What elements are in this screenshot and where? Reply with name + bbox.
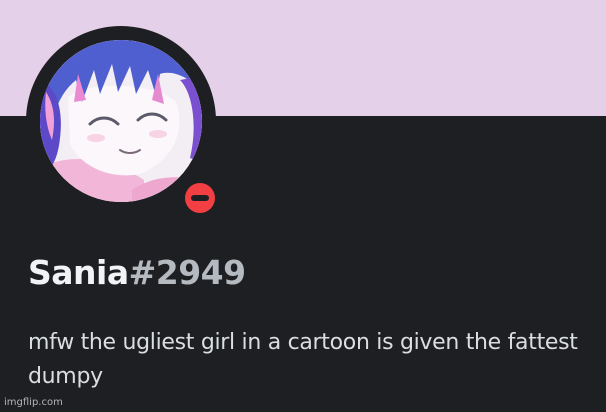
discriminator[interactable]: #2949 (129, 253, 247, 292)
username-line: Sania#2949 (28, 251, 246, 295)
avatar-frame[interactable] (26, 26, 223, 221)
profile-bio: mfw the ugliest girl in a cartoon is giv… (28, 330, 578, 389)
avatar-image (40, 40, 202, 202)
imgflip-watermark: imgflip.com (4, 397, 63, 408)
status-bar (191, 195, 209, 201)
status-indicator (177, 175, 223, 221)
avatar[interactable] (40, 40, 202, 202)
username[interactable]: Sania (28, 253, 129, 292)
do-not-disturb-icon (185, 183, 215, 213)
